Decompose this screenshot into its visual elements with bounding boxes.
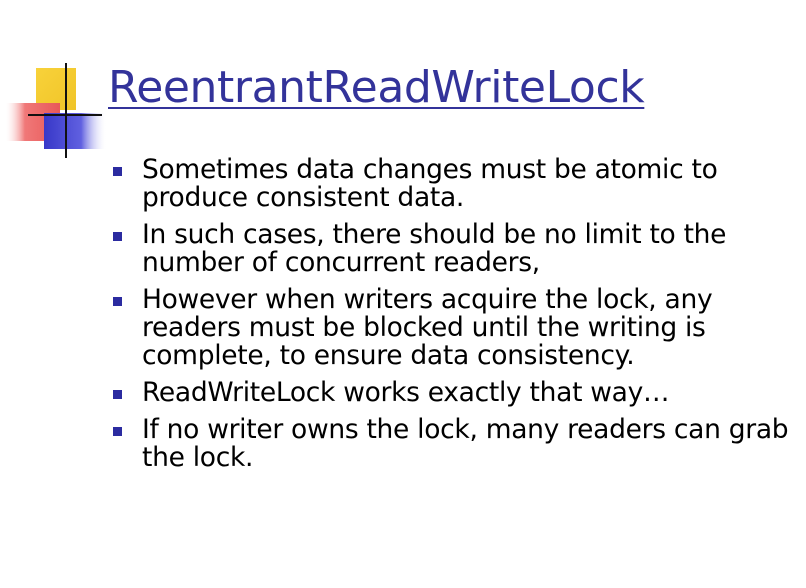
slide-title[interactable]: ReentrantReadWriteLock [108, 62, 645, 113]
bullet-text: Sometimes data changes must be atomic to… [142, 154, 718, 213]
square-bullet-icon [113, 390, 122, 399]
bullet-text: ReadWriteLock works exactly that way… [142, 377, 670, 408]
bullet-text: If no writer owns the lock, many readers… [142, 414, 789, 473]
bullet-item: Sometimes data changes must be atomic to… [110, 156, 794, 212]
bullet-text: In such cases, there should be no limit … [142, 219, 727, 278]
square-bullet-icon [113, 232, 122, 241]
bullet-item: ReadWriteLock works exactly that way… [110, 379, 794, 407]
square-bullet-icon [113, 297, 122, 306]
bullet-list: Sometimes data changes must be atomic to… [110, 156, 794, 481]
bullet-item: If no writer owns the lock, many readers… [110, 416, 794, 472]
slide: ReentrantReadWriteLock Sometimes data ch… [0, 0, 806, 588]
corner-logo-icon [6, 63, 106, 158]
square-bullet-icon [113, 167, 122, 176]
bullet-item: In such cases, there should be no limit … [110, 221, 794, 277]
bullet-item: However when writers acquire the lock, a… [110, 286, 794, 370]
bullet-text: However when writers acquire the lock, a… [142, 284, 713, 371]
square-bullet-icon [113, 427, 122, 436]
